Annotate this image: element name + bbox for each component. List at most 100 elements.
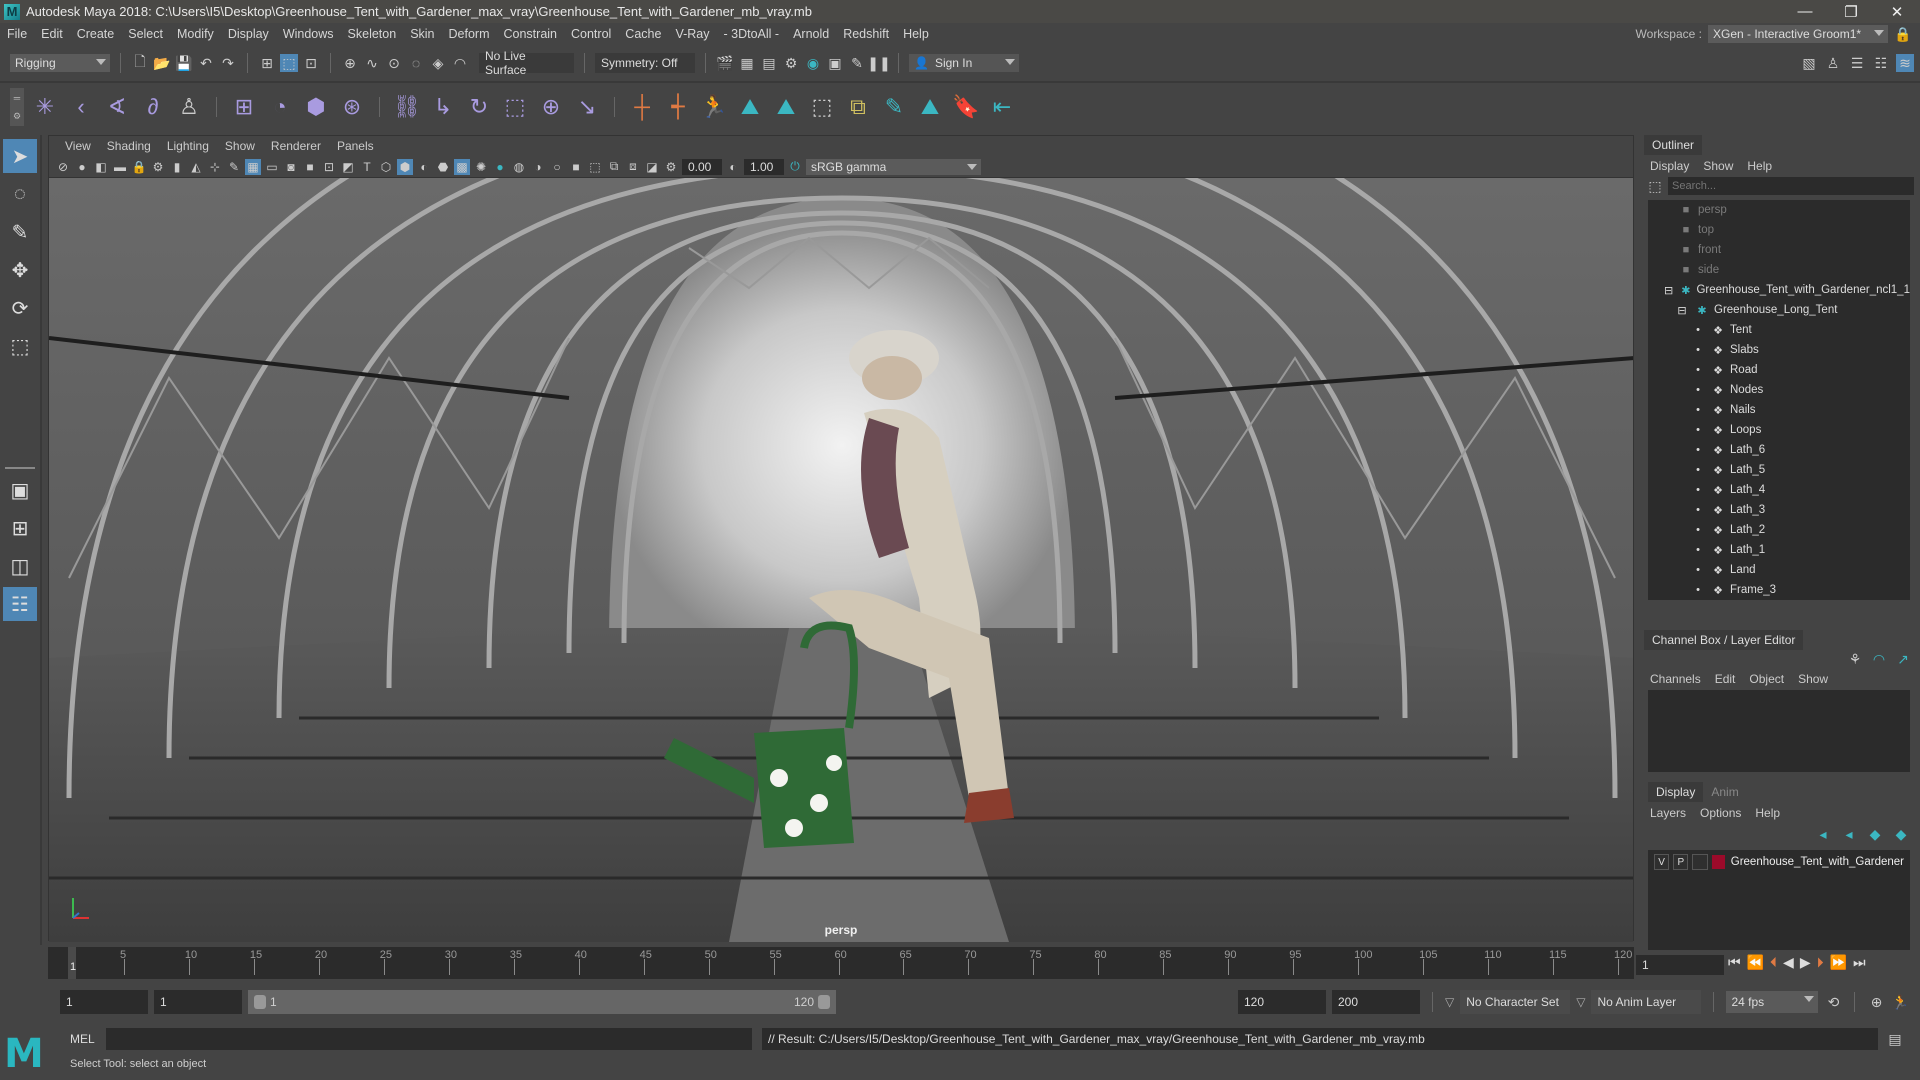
outliner-item[interactable]: • ❖ Lath_2 bbox=[1648, 520, 1910, 540]
layer-tab-display[interactable]: Display bbox=[1648, 782, 1704, 802]
default-material-icon[interactable]: ◐ bbox=[416, 159, 432, 175]
xray-active-icon[interactable]: ◪ bbox=[644, 159, 660, 175]
channel-box-icon[interactable]: ≋ bbox=[1896, 54, 1914, 72]
menuset-dropdown[interactable]: Rigging bbox=[10, 54, 110, 72]
workspace-dropdown[interactable]: XGen - Interactive Groom1* bbox=[1708, 25, 1888, 43]
menu-control[interactable]: Control bbox=[564, 27, 618, 41]
channelbox-menu-object[interactable]: Object bbox=[1749, 672, 1784, 686]
play-backward-icon[interactable]: ◀ bbox=[1783, 954, 1794, 971]
outliner-search-input[interactable] bbox=[1668, 177, 1914, 195]
rotate-tool-icon[interactable]: ⟳ bbox=[3, 291, 37, 325]
use-all-lights-icon[interactable]: ✺ bbox=[473, 159, 489, 175]
outliner-menu-show[interactable]: Show bbox=[1703, 159, 1733, 173]
bind-skin-icon[interactable]: ⊞ bbox=[229, 92, 259, 122]
gamma-field[interactable]: 1.00 bbox=[744, 158, 784, 175]
layer-playback-toggle[interactable]: P bbox=[1673, 854, 1689, 870]
outliner-layout-icon[interactable]: ☷ bbox=[3, 587, 37, 621]
new-scene-icon[interactable]: 🗋 bbox=[131, 53, 149, 72]
move-layer-down-icon[interactable]: ◂ bbox=[1840, 825, 1858, 843]
layer-menu-layers[interactable]: Layers bbox=[1650, 806, 1686, 820]
menu-file[interactable]: File bbox=[0, 27, 34, 41]
move-tool-icon[interactable]: ✥ bbox=[3, 253, 37, 287]
undo-icon[interactable]: ↶ bbox=[197, 54, 215, 72]
pole-vector-icon[interactable]: ↘ bbox=[572, 92, 602, 122]
orient-constraint-icon[interactable]: ↻ bbox=[464, 92, 494, 122]
snap-surface-icon[interactable]: ◈ bbox=[429, 54, 447, 72]
anim-prefs-icon[interactable]: 🏃 bbox=[1891, 993, 1909, 1011]
menu-redshift[interactable]: Redshift bbox=[836, 27, 896, 41]
outliner-filter-icon[interactable]: ⬚ bbox=[1646, 177, 1664, 195]
close-button[interactable]: ✕ bbox=[1874, 3, 1920, 21]
outliner-item[interactable]: • ❖ Tent bbox=[1648, 320, 1910, 340]
motion-blur-icon[interactable]: ◑ bbox=[530, 159, 546, 175]
menu-constrain[interactable]: Constrain bbox=[497, 27, 565, 41]
menu-skeleton[interactable]: Skeleton bbox=[341, 27, 404, 41]
range-end-handle[interactable] bbox=[818, 995, 830, 1009]
lasso-tool-icon[interactable]: ◌ bbox=[3, 177, 37, 211]
loop-icon[interactable]: ⟲ bbox=[1824, 993, 1842, 1011]
manipulator-icon[interactable]: ◠ bbox=[1870, 650, 1888, 668]
menu-cache[interactable]: Cache bbox=[618, 27, 668, 41]
character-set-arrow-icon[interactable]: ▽ bbox=[1445, 995, 1454, 1009]
ipr-render-icon[interactable]: ▤ bbox=[760, 54, 778, 72]
menu-edit[interactable]: Edit bbox=[34, 27, 70, 41]
attribute-editor-icon[interactable]: ☰ bbox=[1848, 54, 1866, 72]
range-slider[interactable]: 1 120 bbox=[248, 990, 836, 1014]
menu-select[interactable]: Select bbox=[121, 27, 170, 41]
go-to-end-icon[interactable]: ⏭ bbox=[1853, 954, 1866, 971]
viewport-menu-shading[interactable]: Shading bbox=[99, 139, 159, 153]
snap-curve-icon[interactable]: ∿ bbox=[363, 54, 381, 72]
snap-grid-icon[interactable]: ⊕ bbox=[341, 54, 359, 72]
four-pane-layout-icon[interactable]: ⊞ bbox=[3, 511, 37, 545]
bookmark-add-icon[interactable]: 🔖 bbox=[951, 92, 981, 122]
render-view-icon[interactable]: 🎬 bbox=[716, 54, 734, 72]
two-pane-layout-icon[interactable]: ◫ bbox=[3, 549, 37, 583]
outliner-item[interactable]: • ❖ Lath_4 bbox=[1648, 480, 1910, 500]
exposure-field[interactable]: 0.00 bbox=[682, 158, 722, 175]
viewport-menu-show[interactable]: Show bbox=[217, 139, 263, 153]
outliner-menu-help[interactable]: Help bbox=[1747, 159, 1772, 173]
character-controls-icon[interactable]: ♙ bbox=[1824, 54, 1842, 72]
bookmarks-icon[interactable]: ◧ bbox=[93, 159, 109, 175]
two-d-pan-zoom-icon[interactable]: ⊹ bbox=[207, 159, 223, 175]
snap-point-icon[interactable]: ⊙ bbox=[385, 54, 403, 72]
layer-tab-anim[interactable]: Anim bbox=[1703, 782, 1747, 802]
outliner-item-top[interactable]: ■ top bbox=[1648, 220, 1910, 240]
layer-menu-options[interactable]: Options bbox=[1700, 806, 1741, 820]
humanik-icon[interactable]: ♙ bbox=[174, 92, 204, 122]
point-constraint-icon[interactable]: ↳ bbox=[428, 92, 458, 122]
playback-end-field[interactable]: 120 bbox=[1238, 990, 1326, 1014]
tool-settings-icon[interactable]: ☷ bbox=[1872, 54, 1890, 72]
transform-attrs-icon[interactable]: ⚘ bbox=[1846, 650, 1864, 668]
menu-help[interactable]: Help bbox=[896, 27, 936, 41]
go-to-bind-pose-icon[interactable]: ⇤ bbox=[987, 92, 1017, 122]
single-pane-layout-icon[interactable]: ▣ bbox=[3, 473, 37, 507]
select-component-icon[interactable]: ⊡ bbox=[302, 54, 320, 72]
menu-3dtoall[interactable]: - 3DtoAll - bbox=[716, 27, 786, 41]
isolate-select-icon[interactable]: ⬚ bbox=[587, 159, 603, 175]
xray-joints-icon[interactable]: ⧈ bbox=[625, 159, 641, 175]
animation-end-field[interactable]: 200 bbox=[1332, 990, 1420, 1014]
channelbox-menu-channels[interactable]: Channels bbox=[1650, 672, 1701, 686]
outliner-item[interactable]: • ❖ Lath_3 bbox=[1648, 500, 1910, 520]
outliner-item-side[interactable]: ■ side bbox=[1648, 260, 1910, 280]
select-object-icon[interactable]: ⬚ bbox=[280, 54, 298, 72]
scale-tool-icon[interactable]: ⬚ bbox=[3, 329, 37, 363]
step-back-frame-icon[interactable]: ⏴ bbox=[1770, 954, 1777, 971]
safe-title-icon[interactable]: T bbox=[359, 159, 375, 175]
channelbox-menu-show[interactable]: Show bbox=[1798, 672, 1828, 686]
menu-windows[interactable]: Windows bbox=[276, 27, 341, 41]
render-frame-icon[interactable]: ▦ bbox=[738, 54, 756, 72]
play-forward-icon[interactable]: ▶ bbox=[1800, 954, 1811, 971]
outliner-item[interactable]: • ❖ Lath_5 bbox=[1648, 460, 1910, 480]
outliner-item[interactable]: • ❖ Frame_3 bbox=[1648, 580, 1910, 600]
paint-select-tool-icon[interactable]: ✎ bbox=[3, 215, 37, 249]
maya-shelf-icon-2[interactable]: ⛰ bbox=[771, 92, 801, 122]
anim-layer-arrow-icon[interactable]: ▽ bbox=[1576, 995, 1585, 1009]
bookmark-icon[interactable]: ▮ bbox=[169, 159, 185, 175]
outliner-item-front[interactable]: ■ front bbox=[1648, 240, 1910, 260]
menu-deform[interactable]: Deform bbox=[442, 27, 497, 41]
layer-display-type-toggle[interactable] bbox=[1692, 854, 1708, 870]
outliner-item[interactable]: • ❖ Nodes bbox=[1648, 380, 1910, 400]
paint-weights-icon[interactable]: ◔ bbox=[265, 92, 295, 122]
